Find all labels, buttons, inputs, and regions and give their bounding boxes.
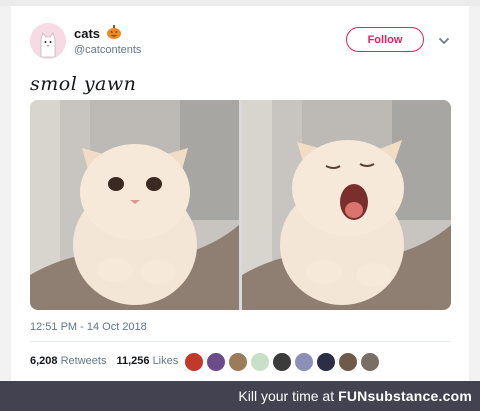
liker-avatar[interactable] (338, 352, 358, 372)
jack-o-lantern-icon (106, 24, 122, 40)
liker-avatar[interactable] (294, 352, 314, 372)
display-name[interactable]: cats (74, 26, 100, 41)
tweet-media[interactable] (30, 100, 451, 310)
likes-label: Likes (152, 355, 179, 367)
liker-avatar[interactable] (184, 352, 204, 372)
user-handle[interactable]: @catcontents (74, 44, 141, 56)
footer-tagline: Kill your time at (238, 388, 335, 404)
likes-count: 11,256 (116, 355, 150, 367)
liker-avatar[interactable] (206, 352, 226, 372)
liker-avatars (184, 352, 380, 372)
liker-avatar[interactable] (316, 352, 336, 372)
retweets-count: 6,208 (30, 355, 58, 367)
tweet-stats: 6,208 Retweets 11,256 Likes (30, 355, 178, 367)
follow-button[interactable]: Follow (346, 27, 424, 52)
liker-avatar[interactable] (228, 352, 248, 372)
chevron-down-icon[interactable] (438, 33, 450, 45)
likes-stat[interactable]: 11,256 Likes (116, 355, 178, 367)
footer-text[interactable]: Kill your time at FUNsubstance.com (238, 388, 472, 404)
divider (30, 341, 451, 342)
retweets-label: Retweets (60, 355, 107, 367)
liker-avatar[interactable] (272, 352, 292, 372)
liker-avatar[interactable] (360, 352, 380, 372)
footer-brand: FUNsubstance.com (338, 388, 472, 404)
tweet-text: smol yawn (30, 73, 137, 95)
card-edge-right (469, 6, 480, 381)
liker-avatar[interactable] (250, 352, 270, 372)
cat-avatar-icon[interactable] (30, 23, 66, 59)
card-edge-left (0, 6, 11, 381)
retweets-stat[interactable]: 6,208 Retweets (30, 355, 106, 367)
cat-yawning-photo[interactable] (242, 100, 451, 310)
cat-photo[interactable] (30, 100, 239, 310)
tweet-timestamp[interactable]: 12:51 PM - 14 Oct 2018 (30, 321, 147, 333)
site-footer: Kill your time at FUNsubstance.com (0, 381, 480, 411)
